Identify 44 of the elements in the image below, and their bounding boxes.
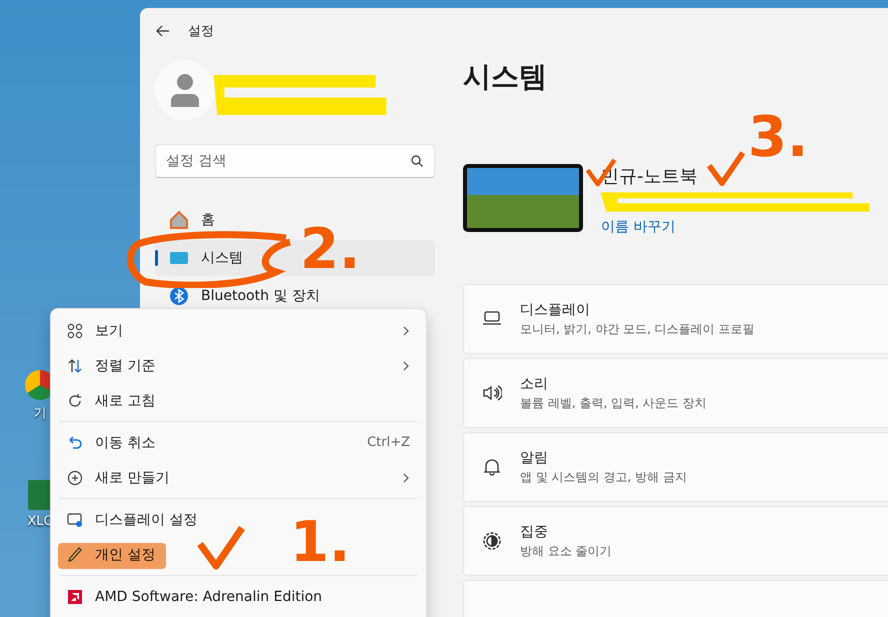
- menu-item[interactable]: AMD Software: Adrenalin Edition: [55, 579, 422, 614]
- back-arrow-icon[interactable]: [156, 25, 170, 37]
- menu-item[interactable]: 새로 고침: [55, 383, 422, 418]
- window-title: 설정: [188, 23, 214, 40]
- settings-card[interactable]: 소리 볼륨 레벨, 출력, 입력, 사운드 장치: [463, 358, 888, 428]
- focus-icon: [482, 531, 502, 551]
- card-title: 소리: [520, 374, 549, 392]
- settings-card[interactable]: 집중 방해 요소 줄이기: [463, 506, 888, 576]
- app-logo-icon: [67, 588, 83, 604]
- display-settings-icon: [67, 512, 83, 528]
- sort-icon: [67, 358, 83, 374]
- menu-item[interactable]: 보기: [55, 313, 422, 348]
- handwritten-number: 3.: [748, 110, 808, 166]
- check-mark: [197, 526, 245, 570]
- desktop-icon-label: XLC: [27, 514, 53, 529]
- settings-card[interactable]: 알림 앱 및 시스템의 경고, 방해 금지: [463, 432, 888, 502]
- page-title: 시스템: [463, 59, 548, 95]
- bluetooth-icon: [169, 286, 189, 306]
- desktop-icon-label: 기: [34, 405, 46, 422]
- menu-item[interactable]: 새로 만들기: [55, 460, 422, 495]
- menu-item[interactable]: 이동 취소 Ctrl+Z: [55, 425, 422, 460]
- grid-icon: [67, 322, 83, 338]
- search-field[interactable]: 설정 검색: [155, 144, 435, 178]
- card-title: 집중: [520, 522, 549, 540]
- bell-icon: [482, 457, 502, 477]
- undo-icon: [67, 434, 83, 450]
- card-subtitle: 모니터, 밝기, 야간 모드, 디스플레이 프로필: [520, 320, 755, 338]
- card-title: 알림: [520, 448, 549, 466]
- check-mark: [706, 151, 746, 186]
- refresh-icon: [67, 392, 83, 408]
- rename-link[interactable]: 이름 바꾸기: [601, 218, 698, 236]
- handwritten-number: 1.: [290, 515, 350, 571]
- card-subtitle: 앱 및 시스템의 경고, 방해 금지: [520, 468, 687, 486]
- plus-icon: [67, 470, 83, 486]
- home-icon: [169, 210, 189, 230]
- card-title: 디스플레이: [520, 300, 591, 318]
- person-icon: [170, 73, 200, 107]
- menu-item[interactable]: 정렬 기준: [55, 348, 422, 383]
- settings-card[interactable]: 디스플레이 모니터, 밝기, 야간 모드, 디스플레이 프로필: [463, 284, 888, 354]
- speaker-icon: [482, 383, 502, 403]
- card-subtitle: 방해 요소 줄이기: [520, 542, 612, 560]
- search-icon: [411, 155, 423, 167]
- device-name: 민규-노트북: [601, 165, 698, 188]
- card-subtitle: 볼륨 레벨, 출력, 입력, 사운드 장치: [520, 394, 707, 412]
